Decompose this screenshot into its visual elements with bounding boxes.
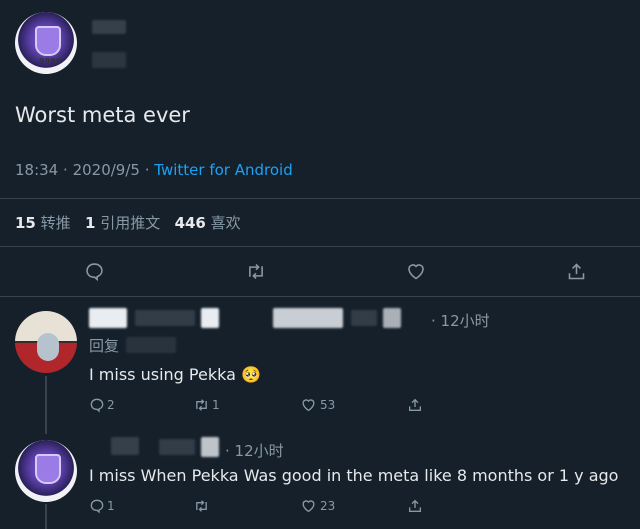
like-count: 53 xyxy=(320,398,336,412)
shield-icon xyxy=(35,26,61,56)
tweet-source-link[interactable]: Twitter for Android xyxy=(154,161,292,179)
retweet-button[interactable]: 1 xyxy=(193,397,220,413)
retweets-label: 转推 xyxy=(40,214,71,232)
reply-text: I miss using Pekka 🥺 xyxy=(89,365,261,384)
meta-dot: · xyxy=(63,161,68,179)
like-button[interactable]: 23 xyxy=(300,498,335,514)
quotes-label: 引用推文 xyxy=(100,214,161,232)
reply-icon xyxy=(90,499,104,514)
reply-time: · 12小时 xyxy=(431,312,490,330)
like-button[interactable]: 53 xyxy=(300,397,335,413)
share-icon xyxy=(409,499,421,512)
reply-icon xyxy=(90,398,104,413)
retweet-icon xyxy=(196,399,207,411)
share-icon xyxy=(568,263,585,280)
retweets-count: 15 xyxy=(15,214,36,232)
like-icon xyxy=(408,264,424,280)
separator xyxy=(0,246,640,247)
reply-button[interactable] xyxy=(84,261,105,282)
share-button[interactable] xyxy=(407,397,423,413)
retweet-icon xyxy=(249,263,263,280)
tweet-time: 18:34 xyxy=(15,161,59,179)
likes-stat[interactable]: 446 喜欢 xyxy=(175,214,241,232)
retweet-icon xyxy=(196,500,207,512)
like-icon xyxy=(302,500,315,513)
reply-author-name[interactable] xyxy=(89,437,221,457)
thread-line xyxy=(45,376,47,434)
share-icon xyxy=(409,398,421,411)
quotes-stat[interactable]: 1 引用推文 xyxy=(85,214,165,232)
avatar-photo-person xyxy=(37,333,59,361)
like-count: 23 xyxy=(320,499,336,513)
separator xyxy=(0,296,640,297)
reply-author-name[interactable] xyxy=(89,308,427,328)
tweet-date: 2020/9/5 xyxy=(72,161,140,179)
like-icon xyxy=(302,399,315,412)
reply-avatar[interactable] xyxy=(15,440,77,502)
reply-time: · 12小时 xyxy=(225,442,284,460)
meta-dot: · xyxy=(144,161,150,179)
author-avatar[interactable]: 9999 xyxy=(15,12,77,74)
reply-icon xyxy=(86,263,103,282)
separator xyxy=(0,198,640,199)
retweet-count: 1 xyxy=(212,398,220,412)
quotes-count: 1 xyxy=(85,214,96,232)
reply-avatar[interactable] xyxy=(15,311,77,373)
likes-count: 446 xyxy=(174,214,206,232)
retweet-button[interactable] xyxy=(193,498,210,514)
badge-number: 9999 xyxy=(39,57,62,66)
shield-icon xyxy=(35,454,61,484)
replying-to-label: 回复 xyxy=(89,337,120,355)
likes-label: 喜欢 xyxy=(210,214,241,232)
share-button[interactable] xyxy=(407,498,423,514)
tweet-stats: 15 转推 1 引用推文 446 喜欢 xyxy=(15,212,241,233)
author-name[interactable] xyxy=(92,20,126,34)
author-handle[interactable] xyxy=(92,52,126,68)
like-button[interactable] xyxy=(405,261,427,282)
tweet-meta: 18:34 · 2020/9/5 · Twitter for Android xyxy=(15,161,293,179)
reply-button[interactable]: 2 xyxy=(89,397,115,413)
retweet-button[interactable] xyxy=(245,261,267,282)
reply-count: 2 xyxy=(107,398,115,412)
reply-text: I miss When Pekka Was good in the meta l… xyxy=(89,466,619,485)
reply-count: 1 xyxy=(107,499,115,513)
share-button[interactable] xyxy=(566,261,587,282)
reply-button[interactable]: 1 xyxy=(89,498,115,514)
thread-line xyxy=(45,504,47,529)
retweets-stat[interactable]: 15 转推 xyxy=(15,214,75,232)
tweet-text: Worst meta ever xyxy=(15,103,190,127)
replying-to-handle[interactable] xyxy=(126,337,176,353)
